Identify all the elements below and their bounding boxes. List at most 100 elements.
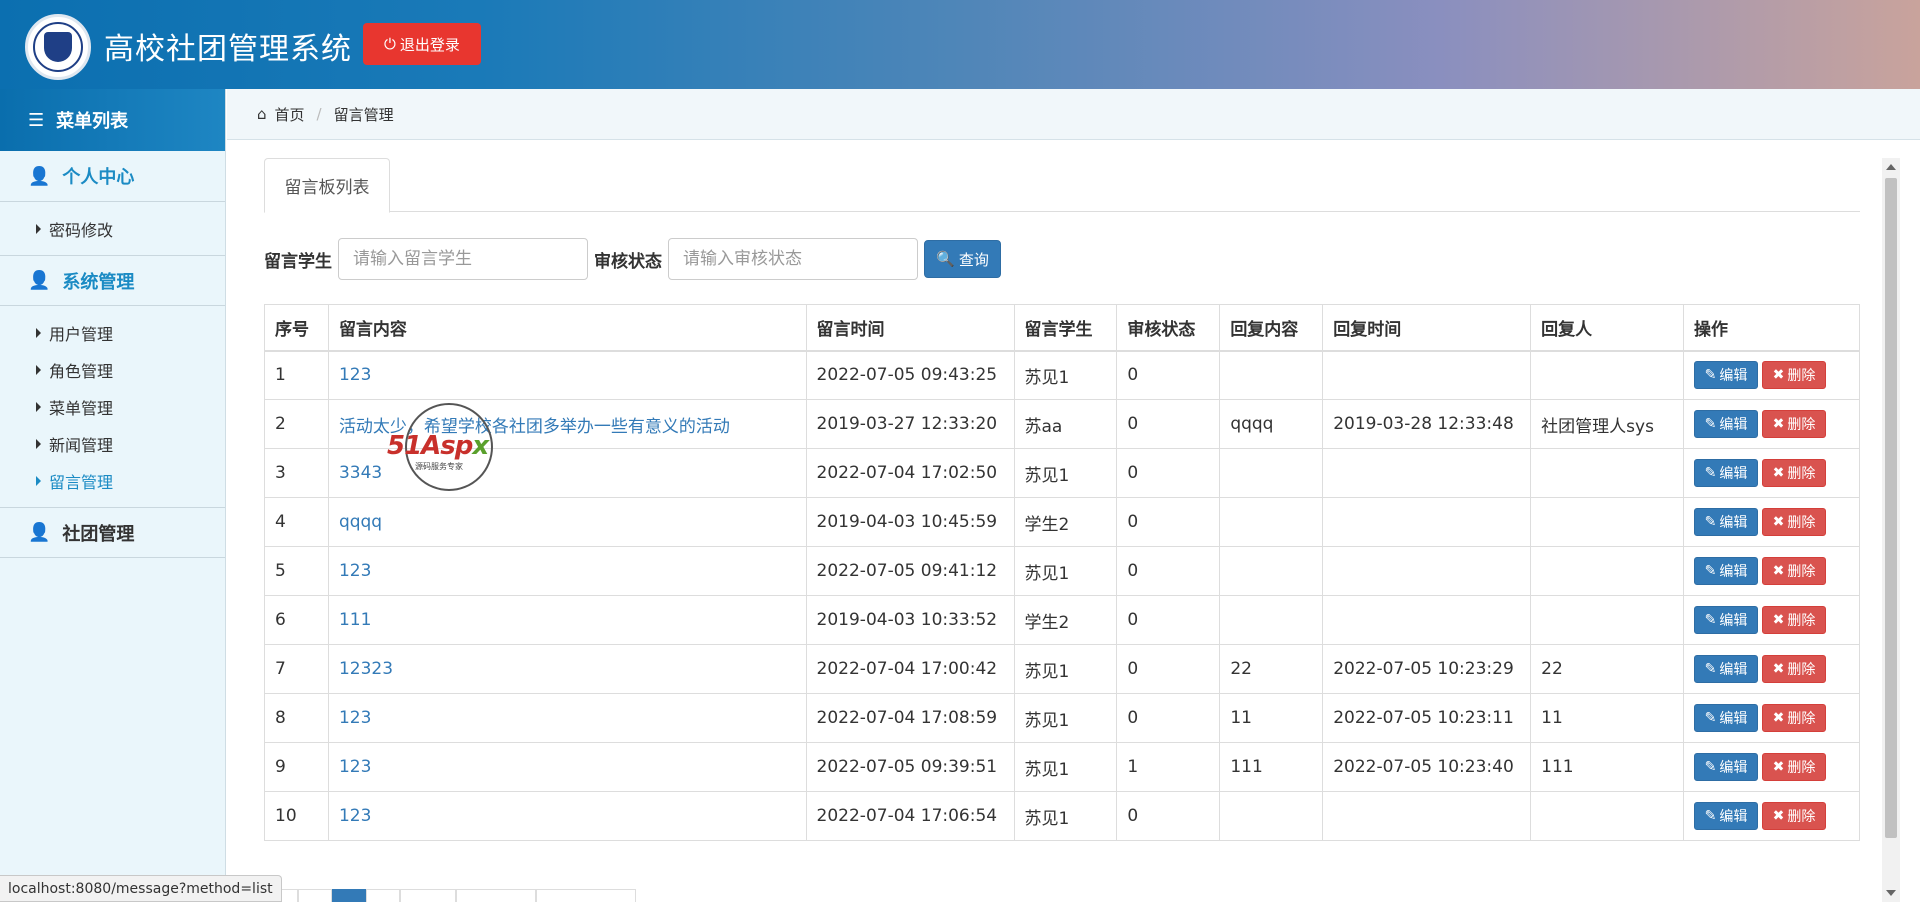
close-icon: ✖	[1772, 661, 1785, 677]
logout-button[interactable]: ⏻ 退出登录	[363, 23, 481, 65]
scroll-down-icon[interactable]	[1886, 890, 1896, 896]
delete-button[interactable]: ✖ 删除	[1762, 655, 1827, 683]
message-content-link[interactable]: 123	[327, 791, 807, 841]
sidebar-item-password[interactable]: 密码修改	[0, 210, 225, 247]
sidebar-item-menus[interactable]: 菜单管理	[0, 388, 225, 425]
search-icon: 🔍	[936, 250, 955, 268]
delete-button[interactable]: ✖ 删除	[1762, 802, 1827, 830]
pencil-icon: ✎	[1704, 808, 1717, 824]
pagination-item[interactable]	[298, 889, 332, 902]
row-actions: ✎ 编辑 ✖ 删除	[1683, 644, 1860, 694]
row-actions: ✎ 编辑 ✖ 删除	[1683, 497, 1860, 547]
table-cell: 4	[264, 497, 329, 547]
group-label: 社团管理	[62, 523, 135, 545]
close-icon: ✖	[1772, 563, 1785, 579]
scroll-up-icon[interactable]	[1886, 164, 1896, 170]
row-actions: ✎ 编辑 ✖ 删除	[1683, 693, 1860, 743]
school-logo	[25, 14, 91, 80]
delete-button[interactable]: ✖ 删除	[1762, 606, 1827, 634]
message-content-link[interactable]: 123	[327, 742, 807, 792]
table-cell: 0	[1116, 448, 1221, 498]
message-content-link[interactable]: 123	[327, 546, 807, 596]
sidebar-item-users[interactable]: 用户管理	[0, 314, 225, 351]
sidebar-item-messages[interactable]: 留言管理	[0, 462, 225, 499]
delete-button[interactable]: ✖ 删除	[1762, 753, 1827, 781]
delete-button[interactable]: ✖ 删除	[1762, 704, 1827, 732]
pagination-item-active[interactable]	[332, 889, 366, 902]
edit-button[interactable]: ✎ 编辑	[1694, 655, 1759, 683]
sidebar-item-roles[interactable]: 角色管理	[0, 351, 225, 388]
student-search-input[interactable]	[338, 238, 588, 280]
pencil-icon: ✎	[1704, 759, 1717, 775]
breadcrumb: ⌂ 首页 / 留言管理	[227, 89, 1920, 140]
table-header-row: 序号 留言内容 留言时间 留言学生 审核状态 回复内容 回复时间 回复人 操作	[264, 304, 1860, 352]
table-cell: 2019-04-03 10:45:59	[805, 497, 1015, 547]
edit-button[interactable]: ✎ 编辑	[1694, 410, 1759, 438]
message-content-link[interactable]: 活动太少，希望学校各社团多举办一些有意义的活动	[327, 399, 807, 449]
message-content-link[interactable]: 111	[327, 595, 807, 645]
message-table: 序号 留言内容 留言时间 留言学生 审核状态 回复内容 回复时间 回复人 操作 1 123 2022…	[264, 304, 1860, 841]
breadcrumb-home[interactable]: 首页	[275, 104, 305, 125]
delete-button[interactable]: ✖ 删除	[1762, 410, 1827, 438]
pencil-icon: ✎	[1704, 710, 1717, 726]
row-actions: ✎ 编辑 ✖ 删除	[1683, 448, 1860, 498]
delete-button[interactable]: ✖ 删除	[1762, 508, 1827, 536]
table-cell: 2019-04-03 10:33:52	[805, 595, 1015, 645]
edit-button[interactable]: ✎ 编辑	[1694, 606, 1759, 634]
edit-button[interactable]: ✎ 编辑	[1694, 802, 1759, 830]
edit-button[interactable]: ✎ 编辑	[1694, 704, 1759, 732]
sidebar-group-personal[interactable]: 👤 个人中心	[0, 151, 225, 202]
column-header: 留言学生	[1013, 304, 1118, 352]
sidebar-subgroup-system: 用户管理 角色管理 菜单管理 新闻管理 留言管理	[0, 306, 225, 507]
pagination-item[interactable]	[366, 889, 400, 902]
edit-button[interactable]: ✎ 编辑	[1694, 361, 1759, 390]
column-header: 序号	[264, 304, 329, 352]
message-content-link[interactable]: qqqq	[327, 497, 807, 547]
sidebar-menu-header: ☰ 菜单列表	[0, 89, 225, 151]
message-content-link[interactable]: 12323	[327, 644, 807, 694]
row-actions: ✎ 编辑 ✖ 删除	[1683, 350, 1860, 400]
caret-right-icon	[36, 438, 41, 449]
user-icon: 👤	[28, 270, 51, 291]
table-cell: 9	[264, 742, 329, 792]
column-header: 回复人	[1530, 304, 1685, 352]
message-content-link[interactable]: 3343	[327, 448, 807, 498]
close-icon: ✖	[1772, 416, 1785, 432]
pencil-icon: ✎	[1704, 514, 1717, 530]
message-content-link[interactable]: 123	[327, 693, 807, 743]
status-search-input[interactable]	[668, 238, 918, 280]
table-cell: 2022-07-04 17:06:54	[805, 791, 1015, 841]
pagination-item[interactable]	[456, 889, 536, 902]
close-icon: ✖	[1772, 465, 1785, 481]
delete-button[interactable]: ✖ 删除	[1762, 557, 1827, 585]
edit-button[interactable]: ✎ 编辑	[1694, 508, 1759, 536]
query-button[interactable]: 🔍 查询	[924, 240, 1001, 278]
close-icon: ✖	[1772, 710, 1785, 726]
table-row: 10 123 2022-07-04 17:06:54 苏见1 0 ✎ 编辑 ✖ 删除	[264, 791, 1860, 841]
scrollbar-thumb[interactable]	[1885, 178, 1897, 838]
sidebar-group-system[interactable]: 👤 系统管理	[0, 255, 225, 306]
table-cell: 学生2	[1013, 595, 1118, 645]
edit-button[interactable]: ✎ 编辑	[1694, 557, 1759, 585]
row-actions: ✎ 编辑 ✖ 删除	[1683, 546, 1860, 596]
edit-button[interactable]: ✎ 编辑	[1694, 753, 1759, 781]
sidebar-group-clubs[interactable]: 👤 社团管理	[0, 507, 225, 558]
table-cell: 苏见1	[1013, 742, 1118, 792]
pagination-item[interactable]	[400, 889, 456, 902]
tab-message-list[interactable]: 留言板列表	[264, 158, 390, 213]
caret-right-icon	[36, 327, 41, 338]
vertical-scrollbar[interactable]	[1882, 158, 1900, 902]
table-cell: 1	[264, 350, 329, 400]
column-header: 审核状态	[1116, 304, 1221, 352]
pagination-item[interactable]	[536, 889, 636, 902]
table-cell: 苏见1	[1013, 350, 1118, 400]
message-content-link[interactable]: 123	[327, 350, 807, 400]
table-cell: 苏见1	[1013, 448, 1118, 498]
delete-button[interactable]: ✖ 删除	[1762, 361, 1827, 390]
delete-button[interactable]: ✖ 删除	[1762, 459, 1827, 487]
table-cell: 7	[264, 644, 329, 694]
table-cell: 2019-03-27 12:33:20	[805, 399, 1015, 449]
table-cell	[1219, 595, 1324, 645]
sidebar-item-news[interactable]: 新闻管理	[0, 425, 225, 462]
edit-button[interactable]: ✎ 编辑	[1694, 459, 1759, 487]
